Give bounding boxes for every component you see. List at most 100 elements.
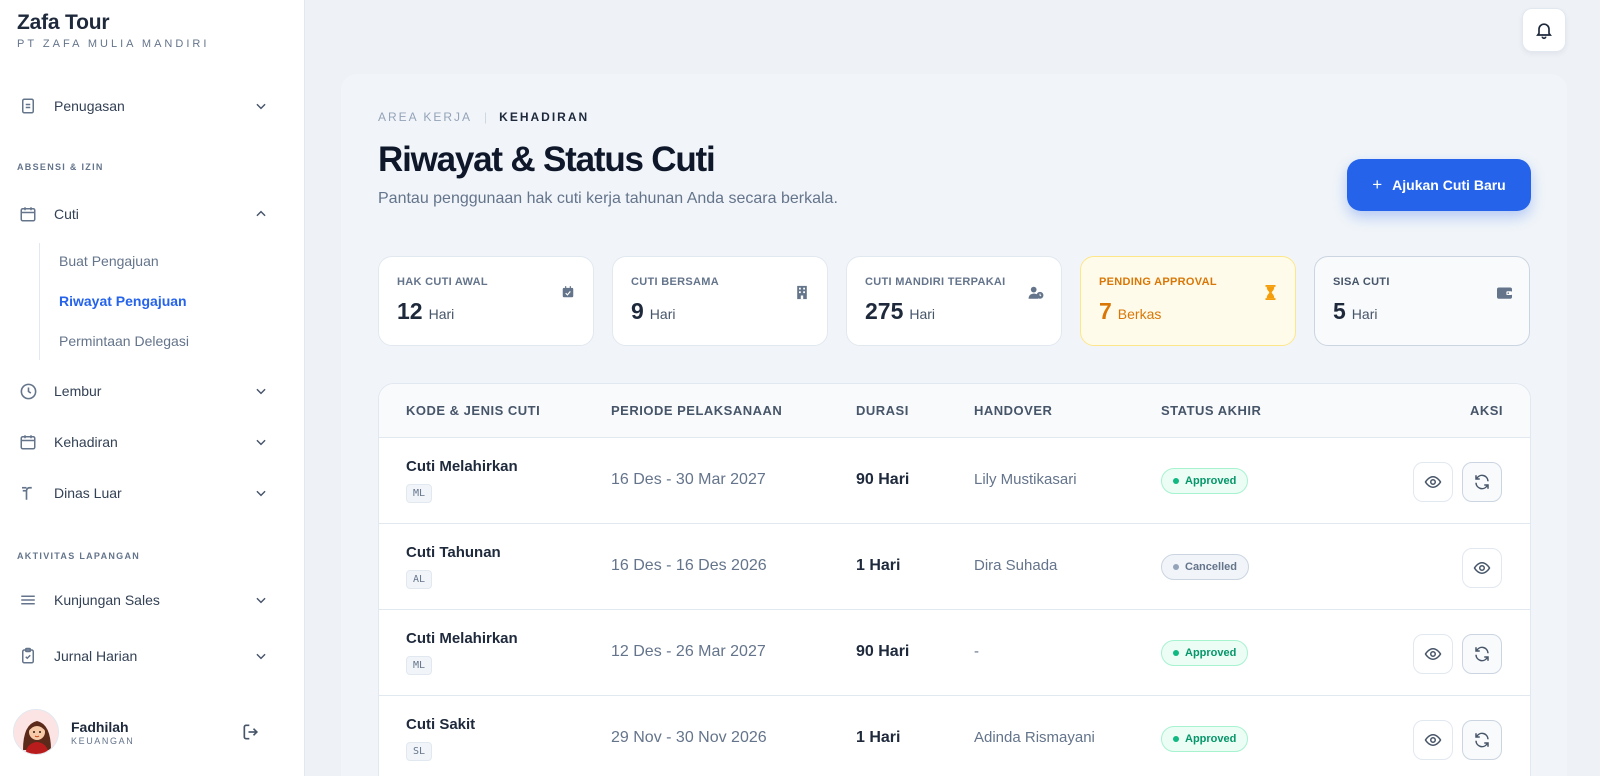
stat-label: SISA CUTI xyxy=(1333,276,1390,288)
nav-penugasan[interactable]: Penugasan xyxy=(17,91,269,121)
breadcrumb: AREA KERJA | KEHADIRAN xyxy=(378,110,589,124)
nav-dinas-luar[interactable]: Dinas Luar xyxy=(17,478,269,508)
stat-unit: Berkas xyxy=(1117,306,1162,322)
nav-lembur-label: Lembur xyxy=(54,383,102,399)
nav-dinas-luar-label: Dinas Luar xyxy=(54,485,122,501)
stat-sisa-cuti: SISA CUTI 5 Hari xyxy=(1314,256,1530,346)
status-text: Approved xyxy=(1185,475,1237,487)
leave-code: ML xyxy=(406,484,433,503)
col-header-periode: PERIODE PELAKSANAAN xyxy=(611,403,783,418)
hourglass-icon xyxy=(1262,284,1278,300)
refresh-icon xyxy=(1475,474,1489,490)
status-text: Approved xyxy=(1185,733,1237,745)
refresh-button[interactable] xyxy=(1462,720,1502,760)
leave-handover: Adinda Rismayani xyxy=(974,729,1095,746)
breadcrumb-current: KEHADIRAN xyxy=(499,110,590,124)
stat-label: CUTI BERSAMA xyxy=(631,276,719,288)
nav-kunjungan-sales[interactable]: Kunjungan Sales xyxy=(17,585,269,615)
section-aktivitas-lapangan: AKTIVITAS LAPANGAN xyxy=(17,551,141,561)
leave-type: Cuti Melahirkan xyxy=(406,630,518,647)
status-dot xyxy=(1173,478,1179,484)
status-text: Cancelled xyxy=(1185,561,1237,573)
leave-period: 29 Nov - 30 Nov 2026 xyxy=(611,729,767,746)
stat-pending-approval: PENDING APPROVAL 7 Berkas xyxy=(1080,256,1296,346)
status-badge: Approved xyxy=(1161,640,1249,666)
status-text: Approved xyxy=(1185,647,1237,659)
stat-value: 9 xyxy=(631,298,644,324)
nav-lembur[interactable]: Lembur xyxy=(17,376,269,406)
view-button[interactable] xyxy=(1413,634,1453,674)
leave-period: 12 Des - 26 Mar 2027 xyxy=(611,643,766,660)
nav-jurnal-harian-label: Jurnal Harian xyxy=(54,648,138,664)
breadcrumb-area[interactable]: AREA KERJA xyxy=(378,110,472,124)
user-role: KEUANGAN xyxy=(71,735,135,746)
refresh-icon xyxy=(1475,646,1489,662)
logout-icon xyxy=(243,724,259,740)
table-header: KODE & JENIS CUTI PERIODE PELAKSANAAN DU… xyxy=(379,384,1530,438)
nav-jurnal-harian[interactable]: Jurnal Harian xyxy=(17,641,269,671)
notification-button[interactable] xyxy=(1522,8,1566,52)
status-dot xyxy=(1173,564,1179,570)
calendar-check-icon xyxy=(560,284,576,300)
refresh-icon xyxy=(1475,732,1489,748)
breadcrumb-separator: | xyxy=(484,110,488,124)
eye-icon xyxy=(1473,561,1491,575)
stat-unit: Hari xyxy=(649,306,676,322)
signpost-icon xyxy=(17,482,39,504)
user-name: Fadhilah xyxy=(71,718,129,735)
view-button[interactable] xyxy=(1413,720,1453,760)
chevron-up-icon xyxy=(253,206,269,222)
col-header-handover: HANDOVER xyxy=(974,403,1053,418)
table-row: Cuti Tahunan AL 16 Des - 16 Des 2026 1 H… xyxy=(379,524,1530,610)
table-row: Cuti Melahirkan ML 16 Des - 30 Mar 2027 … xyxy=(379,438,1530,524)
submenu-permintaan-delegasi[interactable]: Permintaan Delegasi xyxy=(59,333,189,349)
eye-icon xyxy=(1424,647,1442,661)
nav-kehadiran[interactable]: Kehadiran xyxy=(17,427,269,457)
leave-duration: 1 Hari xyxy=(856,557,901,574)
leave-code: AL xyxy=(406,570,433,589)
leave-handover: Dira Suhada xyxy=(974,557,1058,574)
stat-value-group: 5 Hari xyxy=(1333,298,1377,325)
wallet-icon xyxy=(1496,284,1512,300)
logout-button[interactable] xyxy=(239,720,263,744)
brand: Zafa Tour PT ZAFA MULIA MANDIRI xyxy=(17,11,209,50)
view-button[interactable] xyxy=(1462,548,1502,588)
table-row: Cuti Melahirkan ML 12 Des - 26 Mar 2027 … xyxy=(379,610,1530,696)
view-button[interactable] xyxy=(1413,462,1453,502)
col-header-kode-jenis: KODE & JENIS CUTI xyxy=(406,403,541,418)
leave-handover: - xyxy=(974,643,979,660)
brand-name: Zafa Tour xyxy=(17,11,110,34)
user-clock-icon xyxy=(1028,284,1044,300)
page-title: Riwayat & Status Cuti xyxy=(378,140,716,179)
status-dot xyxy=(1173,736,1179,742)
calendar-icon xyxy=(17,203,39,225)
table-row: Cuti Sakit SL 29 Nov - 30 Nov 2026 1 Har… xyxy=(379,696,1530,776)
stat-value: 12 xyxy=(397,298,423,324)
status-badge: Cancelled xyxy=(1161,554,1249,580)
new-leave-button[interactable]: + Ajukan Cuti Baru xyxy=(1347,159,1531,211)
chevron-down-icon xyxy=(253,98,269,114)
stat-label: PENDING APPROVAL xyxy=(1099,276,1217,288)
chevron-down-icon xyxy=(253,648,269,664)
chevron-down-icon xyxy=(253,592,269,608)
cuti-submenu: Buat Pengajuan Riwayat Pengajuan Permint… xyxy=(39,243,259,360)
submenu-buat-pengajuan[interactable]: Buat Pengajuan xyxy=(59,253,159,269)
user-profile: Fadhilah KEUANGAN xyxy=(13,709,273,755)
leave-handover: Lily Mustikasari xyxy=(974,471,1077,488)
menu-lines-icon xyxy=(17,589,39,611)
nav-cuti[interactable]: Cuti xyxy=(17,199,269,229)
status-badge: Approved xyxy=(1161,468,1249,494)
col-header-aksi: AKSI xyxy=(1469,403,1503,418)
avatar[interactable] xyxy=(13,709,59,755)
chevron-down-icon xyxy=(253,434,269,450)
leave-type: Cuti Melahirkan xyxy=(406,458,518,475)
sidebar: Zafa Tour PT ZAFA MULIA MANDIRI Penugasa… xyxy=(0,0,305,776)
submenu-riwayat-pengajuan[interactable]: Riwayat Pengajuan xyxy=(59,293,187,309)
refresh-button[interactable] xyxy=(1462,634,1502,674)
plus-icon: + xyxy=(1372,175,1383,194)
nav-penugasan-label: Penugasan xyxy=(54,98,125,114)
stat-value-group: 12 Hari xyxy=(397,298,454,325)
new-leave-button-label: Ajukan Cuti Baru xyxy=(1392,177,1506,193)
refresh-button[interactable] xyxy=(1462,462,1502,502)
leave-duration: 90 Hari xyxy=(856,643,910,660)
